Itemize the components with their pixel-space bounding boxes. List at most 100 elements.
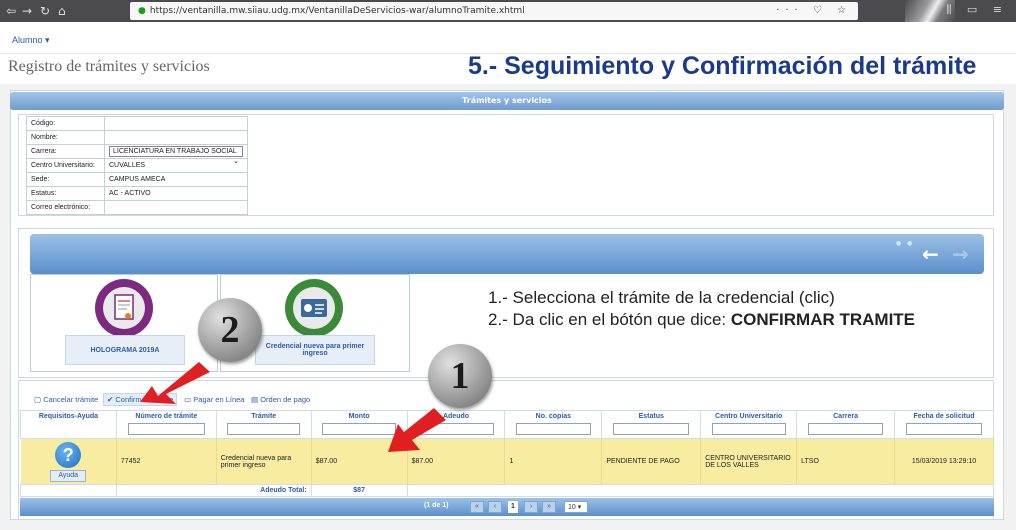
- filter-input[interactable]: [613, 423, 690, 435]
- cell-monto: $87.00: [311, 438, 408, 485]
- step-heading: 5.- Seguimiento y Confirmación del trámi…: [468, 52, 977, 80]
- page-title: Registro de trámites y servicios: [8, 58, 210, 75]
- info-value: CAMPUS AMECA: [104, 172, 248, 187]
- browser-menu-icons[interactable]: ⫼ ▭ ≡: [946, 3, 1008, 17]
- info-value: [104, 130, 248, 145]
- column-header[interactable]: Requisitos-Ayuda: [20, 410, 117, 439]
- help-button[interactable]: Ayuda: [50, 469, 87, 482]
- tramite-card-holograma[interactable]: HOLOGRAMA 2019A: [30, 274, 218, 372]
- info-value: AC - ACTIVO: [104, 186, 248, 201]
- cancel-tramite-label: Cancelar trámite: [43, 395, 99, 404]
- cell-tramite: Credencial nueva para primer ingreso: [216, 438, 312, 485]
- chevron-down-icon: ▾: [577, 504, 582, 511]
- info-row: Sede: CAMPUS AMECA: [26, 172, 248, 187]
- back-icon[interactable]: ⇦: [6, 3, 16, 19]
- home-icon[interactable]: ⌂: [58, 3, 66, 19]
- cell-carrera: LTSO: [796, 438, 896, 485]
- current-page-button[interactable]: 1: [508, 501, 518, 513]
- alumno-menu[interactable]: Alumno ▾: [12, 35, 50, 46]
- filter-input[interactable]: [322, 423, 397, 435]
- panel-header: Trámites y servicios: [10, 92, 1004, 110]
- info-row: Código:: [26, 116, 248, 131]
- column-header-label: No. copias: [535, 413, 572, 420]
- carrera-select-value: LICENCIATURA EN TRABAJO SOCIAL: [113, 148, 237, 155]
- forward-icon[interactable]: →: [22, 3, 32, 19]
- url-text: https://ventanilla.mw.siiau.udg.mx/Venta…: [149, 6, 525, 16]
- column-header-label: Adeudo: [442, 413, 470, 420]
- info-value: CUVALLES: [104, 158, 248, 173]
- cell-copias: 1: [504, 438, 603, 485]
- filter-input[interactable]: [905, 423, 983, 435]
- next-page-button[interactable]: ›: [524, 501, 538, 513]
- id-card-icon: [285, 279, 343, 337]
- cell-estatus: PENDIENTE DE PAGO: [601, 438, 702, 485]
- confirm-tramite-label: Confirmar trámite: [115, 395, 174, 404]
- confirm-tramite-button[interactable]: ✔ Confirmar trámite: [103, 393, 178, 406]
- table-header-row: Requisitos-Ayuda Número de trámite Trámi…: [20, 410, 994, 439]
- lock-icon: ●: [138, 6, 146, 16]
- help-icon[interactable]: ?: [55, 441, 82, 468]
- info-row: Estatus: AC - ACTIVO: [26, 186, 248, 201]
- column-header[interactable]: No. copias: [504, 410, 603, 439]
- table-row[interactable]: ? Ayuda 77452 Credencial nueva para prim…: [20, 438, 994, 485]
- column-header-label: Centro Universitario: [715, 413, 783, 420]
- column-header[interactable]: Estatus: [601, 410, 702, 439]
- last-page-button[interactable]: »: [542, 501, 556, 513]
- arrow-left-icon[interactable]: ←: [922, 242, 939, 266]
- pay-online-button[interactable]: ▭ Pagar en Línea: [184, 395, 244, 404]
- column-header-label: Monto: [348, 413, 370, 420]
- info-label: Nombre:: [26, 130, 105, 145]
- prev-page-button[interactable]: ‹: [488, 501, 502, 513]
- rows-per-page-select[interactable]: 10 ▾: [564, 501, 588, 513]
- filter-input[interactable]: [807, 423, 884, 435]
- cancel-tramite-button[interactable]: ▢ Cancelar trámite: [34, 395, 98, 404]
- step-badge-1: 1: [428, 344, 492, 408]
- browser-toolbar: ⇦ → ↻ ⌂ ● https://ventanilla.mw.siiau.udg…: [0, 0, 1016, 22]
- column-header[interactable]: Trámite: [215, 410, 312, 439]
- info-label: Centro Universitario:: [26, 158, 105, 173]
- tramites-table: Requisitos-Ayuda Número de trámite Trámi…: [20, 410, 995, 497]
- info-label: Estatus:: [26, 186, 105, 201]
- info-row: Correo electrónico:: [26, 200, 248, 215]
- page-count: (1 de 1): [424, 502, 449, 509]
- column-header[interactable]: Adeudo: [406, 410, 506, 439]
- app-menubar: Alumno ▾: [0, 22, 1016, 54]
- filter-input[interactable]: [515, 423, 591, 435]
- filter-input[interactable]: [127, 423, 205, 435]
- url-bar-icons[interactable]: ··· ♡ ☆: [776, 2, 852, 20]
- column-header[interactable]: Carrera: [796, 410, 896, 439]
- reload-icon[interactable]: ↻: [40, 3, 50, 19]
- column-header-label: Número de trámite: [135, 413, 198, 420]
- info-value: [104, 200, 248, 215]
- column-header-label: Estatus: [638, 413, 664, 420]
- filter-input[interactable]: [418, 423, 494, 435]
- column-header[interactable]: Monto: [310, 410, 408, 439]
- check-icon: ✔: [107, 395, 114, 404]
- instruction-2-bold: CONFIRMAR TRAMITE: [730, 310, 916, 329]
- payment-order-button[interactable]: ▤ Orden de pago: [251, 395, 310, 404]
- column-header-label: Fecha de solicitud: [913, 413, 975, 420]
- info-row: Carrera: LICENCIATURA EN TRABAJO SOCIAL ⌄: [26, 144, 248, 165]
- column-header[interactable]: Fecha de solicitud: [894, 410, 994, 439]
- cell-fecha: 15/03/2019 13:29:10: [894, 438, 994, 485]
- total-label: Adeudo Total:: [115, 484, 312, 497]
- info-value: [104, 116, 248, 131]
- paginator: (1 de 1) « ‹ 1 › » 10 ▾: [20, 498, 994, 516]
- certificate-icon: [95, 279, 153, 337]
- payment-order-label: Orden de pago: [260, 395, 311, 404]
- column-header[interactable]: Número de trámite: [115, 410, 217, 439]
- info-row: Nombre:: [26, 130, 248, 145]
- filter-input[interactable]: [227, 423, 301, 435]
- column-header[interactable]: Centro Universitario: [700, 410, 798, 439]
- filter-input[interactable]: [711, 423, 786, 435]
- first-page-button[interactable]: «: [470, 501, 484, 513]
- info-label: Sede:: [26, 172, 105, 187]
- rows-per-page-value: 10: [568, 504, 576, 511]
- carousel-dots[interactable]: ● ●: [896, 240, 914, 247]
- arrow-right-icon[interactable]: →: [952, 242, 969, 266]
- carrera-select[interactable]: LICENCIATURA EN TRABAJO SOCIAL ⌄: [109, 146, 243, 165]
- url-bar[interactable]: ● https://ventanilla.mw.siiau.udg.mx/Vent…: [130, 2, 858, 20]
- info-label: Carrera:: [26, 144, 105, 159]
- instruction-1: 1.- Selecciona el trámite de la credenci…: [488, 288, 835, 307]
- cell-centro: CENTRO UNIVERSITARIO DE LOS VALLES: [700, 438, 798, 485]
